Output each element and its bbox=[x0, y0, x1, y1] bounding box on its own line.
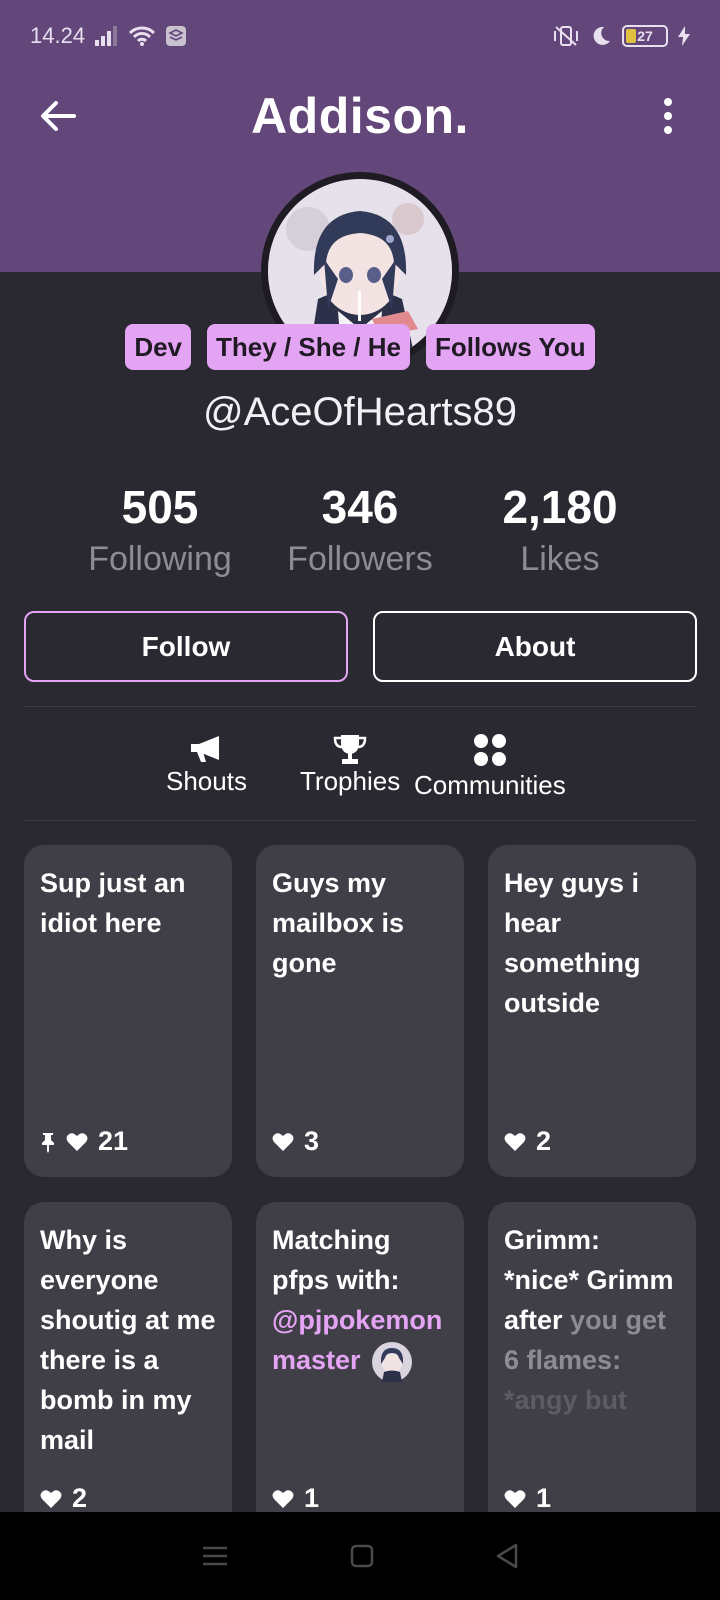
post-text: Hey guys i hear something outside bbox=[504, 868, 641, 1018]
badge-pronouns: They / She / He bbox=[207, 324, 410, 370]
heart-icon bbox=[504, 1132, 526, 1151]
stat-value: 2,180 bbox=[502, 481, 618, 533]
stat-value: 505 bbox=[121, 481, 199, 533]
profile-stats: 505 Following 346 Followers 2,180 Likes bbox=[60, 482, 660, 586]
post-card[interactable]: Guys my mailbox is gone 3 bbox=[256, 845, 464, 1177]
post-text: Why is everyone shoutig at me there is a… bbox=[40, 1225, 216, 1455]
badge-dev: Dev bbox=[125, 324, 192, 370]
post-card[interactable]: Sup just an idiot here 21 bbox=[24, 845, 232, 1177]
like-count: 2 bbox=[536, 1126, 552, 1156]
charging-icon bbox=[678, 26, 690, 46]
megaphone-icon bbox=[191, 736, 220, 762]
like-count: 21 bbox=[98, 1126, 129, 1156]
heart-icon bbox=[504, 1489, 526, 1508]
like-count: 1 bbox=[304, 1483, 320, 1513]
tab-label: Trophies bbox=[300, 766, 401, 796]
divider bbox=[24, 706, 696, 707]
follow-button[interactable]: Follow bbox=[24, 611, 348, 682]
more-vert-icon bbox=[664, 98, 672, 106]
more-options-button[interactable] bbox=[656, 92, 680, 140]
heart-icon bbox=[66, 1132, 88, 1151]
page-title: Addison. bbox=[251, 88, 469, 144]
heart-icon bbox=[272, 1132, 294, 1151]
post-meta: 2 bbox=[504, 1126, 551, 1157]
stat-label: Followers bbox=[287, 540, 433, 578]
post-card[interactable]: Why is everyone shoutig at me there is a… bbox=[24, 1202, 232, 1534]
stat-following[interactable]: 505 Following bbox=[60, 482, 260, 586]
mention-avatar-icon bbox=[372, 1341, 413, 1382]
status-time: 14.24 bbox=[30, 23, 86, 48]
recents-menu-icon[interactable] bbox=[201, 1545, 229, 1567]
battery-icon: 27 bbox=[622, 25, 668, 47]
post-text: Guys my mailbox is gone bbox=[272, 868, 405, 978]
like-count: 2 bbox=[72, 1483, 88, 1513]
divider bbox=[24, 820, 696, 821]
tab-label: Communities bbox=[414, 770, 566, 800]
stat-likes: 2,180 Likes bbox=[460, 482, 660, 586]
post-text: Grimm: *nice* Grimm after you get 6 flam… bbox=[504, 1225, 674, 1415]
top-app-bar: Addison. bbox=[0, 80, 720, 152]
app-notification-icon bbox=[166, 26, 187, 46]
user-mention[interactable]: @pjpokemonmaster bbox=[272, 1305, 442, 1375]
like-count: 1 bbox=[536, 1483, 552, 1513]
post-text: Sup just an idiot here bbox=[40, 868, 186, 938]
trophy-icon bbox=[333, 735, 367, 764]
pin-icon bbox=[42, 1132, 54, 1153]
post-card[interactable]: Grimm: *nice* Grimm after you get 6 flam… bbox=[488, 1202, 696, 1534]
profile-badges: Dev They / She / He Follows You bbox=[0, 324, 720, 370]
back-button[interactable] bbox=[36, 94, 80, 138]
tab-communities[interactable]: Communities bbox=[414, 730, 566, 801]
post-meta: 2 bbox=[40, 1483, 87, 1514]
stat-label: Likes bbox=[520, 540, 600, 578]
post-meta: 3 bbox=[272, 1126, 319, 1157]
wifi-icon bbox=[129, 26, 156, 46]
heart-icon bbox=[40, 1489, 62, 1508]
stat-value: 346 bbox=[321, 481, 399, 533]
home-square-icon[interactable] bbox=[350, 1544, 374, 1568]
stat-followers[interactable]: 346 Followers bbox=[260, 482, 460, 586]
tab-label: Shouts bbox=[166, 766, 247, 796]
communities-icon bbox=[473, 734, 506, 766]
post-meta: 21 bbox=[40, 1126, 128, 1157]
tab-trophies[interactable]: Trophies bbox=[300, 732, 400, 797]
heart-icon bbox=[272, 1489, 294, 1508]
back-triangle-icon[interactable] bbox=[495, 1543, 519, 1569]
system-nav-bar bbox=[0, 1512, 720, 1600]
tab-shouts[interactable]: Shouts bbox=[166, 732, 247, 797]
profile-tabs: Shouts Trophies Communities bbox=[0, 726, 720, 806]
post-meta: 1 bbox=[504, 1483, 551, 1514]
post-card[interactable]: Matching pfps with: @pjpokemonmaster 1 bbox=[256, 1202, 464, 1534]
about-button[interactable]: About bbox=[373, 611, 697, 682]
badge-follows-you: Follows You bbox=[425, 324, 595, 370]
vibrate-off-icon bbox=[554, 26, 578, 46]
signal-icon bbox=[95, 26, 118, 46]
username-handle: @AceOfHearts89 bbox=[202, 390, 518, 434]
post-meta: 1 bbox=[272, 1483, 319, 1514]
post-text: Matching pfps with: @pjpokemonmaster bbox=[272, 1220, 448, 1382]
moon-icon bbox=[593, 26, 610, 45]
back-arrow-icon bbox=[41, 101, 76, 131]
stat-label: Following bbox=[88, 540, 232, 578]
status-bar: 14.24 27 bbox=[0, 0, 720, 72]
like-count: 3 bbox=[304, 1126, 320, 1156]
post-card[interactable]: Hey guys i hear something outside 2 bbox=[488, 845, 696, 1177]
